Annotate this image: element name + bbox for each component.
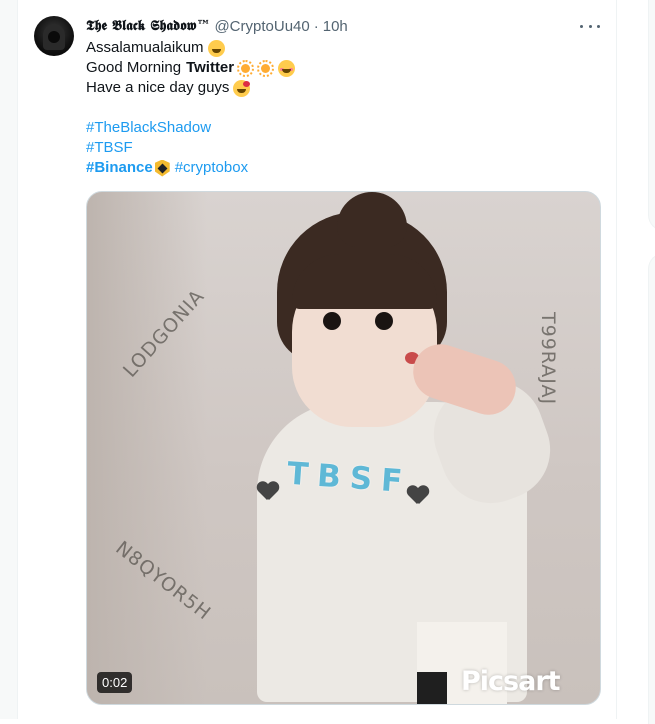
good-morning-text: Good Morning	[86, 59, 182, 76]
video-figure-bangs	[292, 254, 437, 309]
sun-emoji-icon	[257, 59, 275, 77]
video-player[interactable]: LODGONIA T99RAJAJ N8QYOR5H TBSF 0:02 Pic…	[86, 191, 601, 705]
right-sidebar-card	[648, 0, 655, 231]
video-duration-badge: 0:02	[97, 672, 133, 693]
text-line: #Binance #cryptobox	[86, 158, 586, 178]
hashtag-link[interactable]: #TBSF	[86, 138, 133, 158]
separator-dot: ·	[313, 17, 319, 35]
timestamp[interactable]: 10h	[323, 18, 348, 35]
smiling-face-emoji-icon	[278, 59, 296, 77]
video-figure-leg	[417, 672, 447, 704]
hashtag-link[interactable]: #TheBlackShadow	[86, 118, 211, 138]
twitter-bold-text: Twitter	[186, 59, 235, 76]
watermark-text: T99RAJAJ	[537, 312, 559, 406]
avatar[interactable]	[34, 16, 74, 56]
wink-emoji-icon	[207, 39, 225, 57]
nice-day-text: Have a nice day guys	[86, 79, 230, 96]
user-handle[interactable]: @CryptoUu40	[214, 18, 309, 35]
video-figure-bun	[337, 192, 407, 247]
text-line: Have a nice day guys	[86, 78, 586, 98]
binance-coin-icon	[154, 159, 170, 177]
tweet-text: Assalamualaikum Good Morning Twitter Hav…	[86, 38, 586, 178]
text-line: Good Morning Twitter	[86, 58, 586, 78]
sun-emoji-icon	[237, 59, 255, 77]
tweet[interactable]: 𝕿𝖍𝖊 𝕭𝖑𝖆𝖈𝖐 𝕾𝖍𝖆𝖉𝖔𝖜™ @CryptoUu40 · 10h Assa…	[18, 0, 616, 719]
greeting-text: Assalamualaikum	[86, 39, 204, 56]
display-name[interactable]: 𝕿𝖍𝖊 𝕭𝖑𝖆𝖈𝖐 𝕾𝖍𝖆𝖉𝖔𝖜™	[86, 18, 210, 34]
video-figure-eye	[323, 312, 341, 330]
avatar-face	[48, 31, 60, 43]
left-gutter	[0, 0, 18, 719]
right-sidebar-card	[648, 253, 655, 724]
more-options-icon[interactable]	[580, 18, 600, 34]
kiss-emoji-icon	[233, 79, 251, 97]
text-line: #TBSF	[86, 138, 586, 158]
hashtag-link[interactable]: #Binance	[86, 158, 153, 178]
text-line: #TheBlackShadow	[86, 118, 586, 138]
wall-shadow	[87, 192, 207, 704]
picsart-logo: Picsart	[461, 666, 561, 697]
text-line: Assalamualaikum	[86, 38, 586, 58]
tweet-header: 𝕿𝖍𝖊 𝕭𝖑𝖆𝖈𝖐 𝕾𝖍𝖆𝖉𝖔𝖜™ @CryptoUu40 · 10h	[86, 16, 348, 36]
heart-icon	[257, 482, 279, 502]
heart-icon	[407, 486, 429, 506]
video-figure-eye	[375, 312, 393, 330]
hashtag-link[interactable]: #cryptobox	[175, 158, 248, 178]
